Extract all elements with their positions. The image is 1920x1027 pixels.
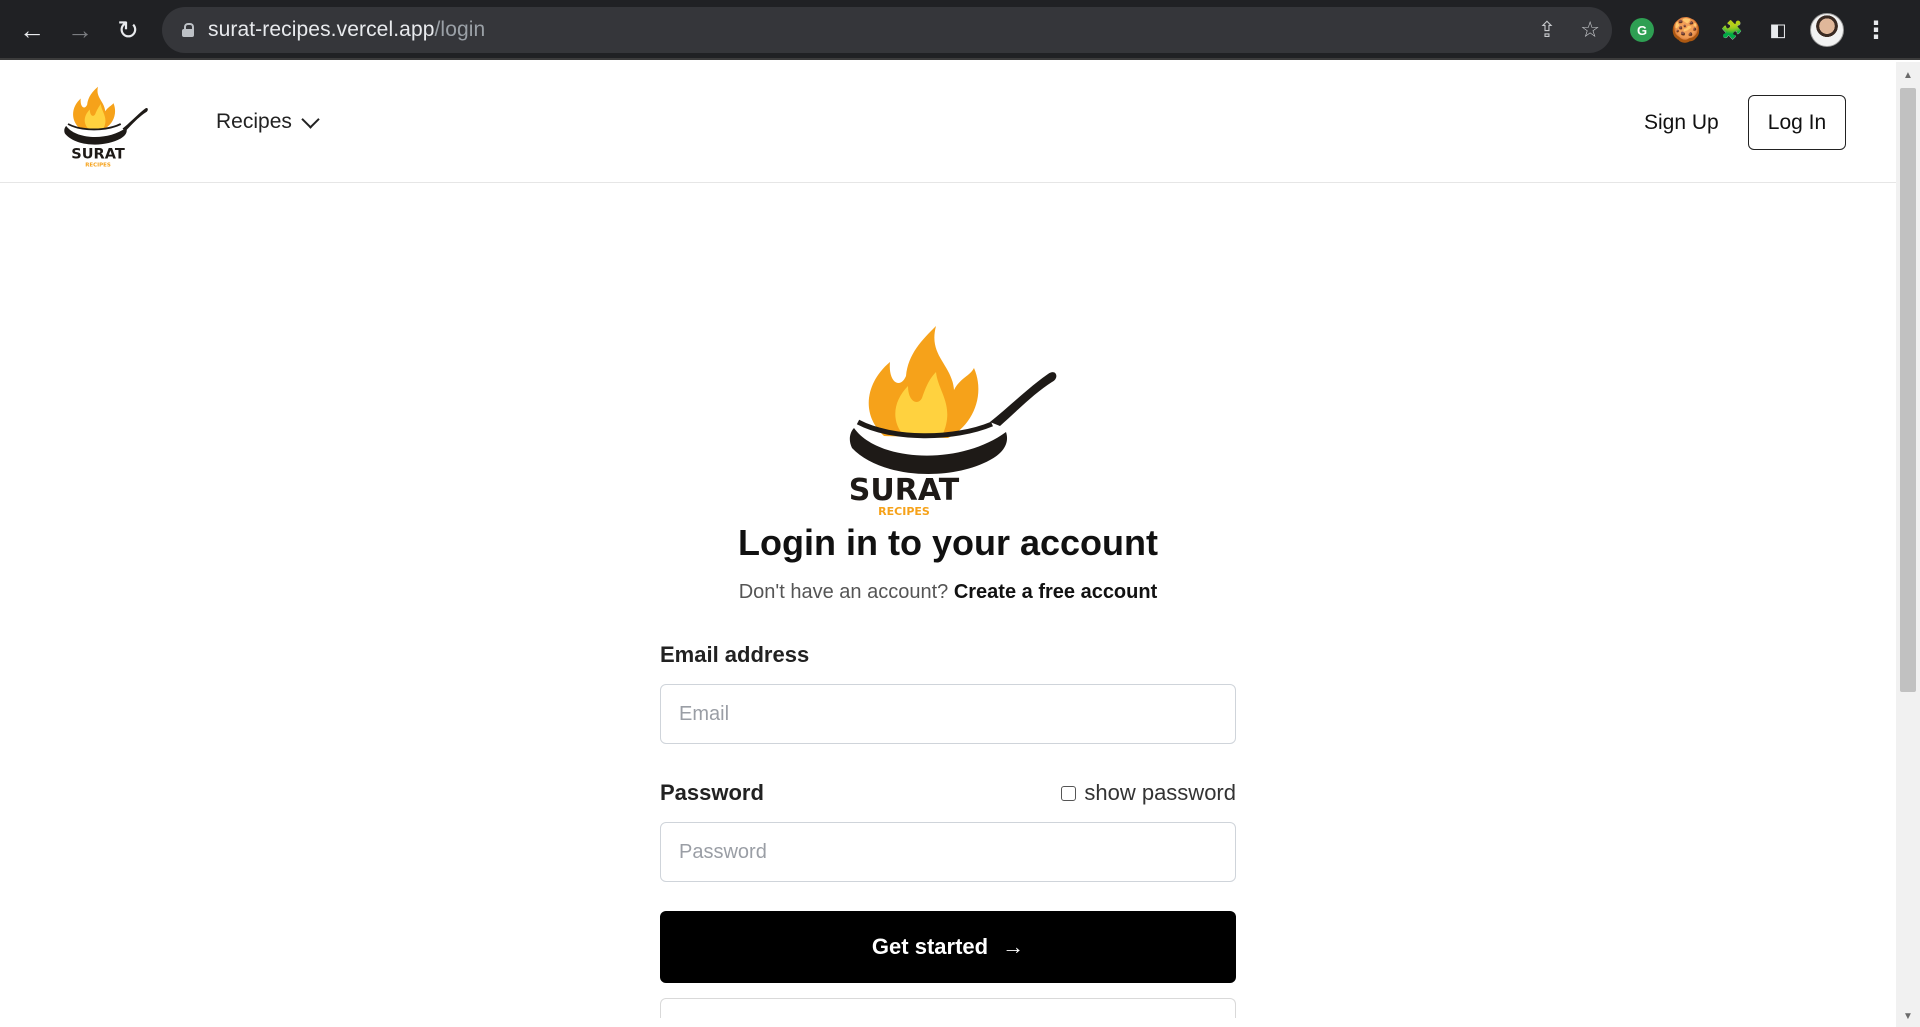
hero-logo-tagline: RECIPES <box>878 505 930 516</box>
bookmark-star-icon[interactable]: ☆ <box>1580 17 1600 43</box>
scroll-up-arrow-icon[interactable]: ▲ <box>1896 66 1920 84</box>
show-password-checkbox[interactable] <box>1061 785 1077 801</box>
lock-icon[interactable] <box>182 23 194 37</box>
cookie-extension-icon[interactable]: 🍪 <box>1671 16 1701 44</box>
side-panel-icon[interactable]: ◧ <box>1764 16 1792 44</box>
email-field[interactable] <box>660 684 1236 744</box>
scrollbar-thumb[interactable] <box>1900 88 1916 692</box>
recipes-label: Recipes <box>216 110 292 133</box>
create-account-link[interactable]: Create a free account <box>954 581 1157 603</box>
signup-link[interactable]: Sign Up <box>1644 111 1719 135</box>
scroll-down-arrow-icon[interactable]: ▼ <box>1896 1007 1920 1025</box>
password-field[interactable] <box>660 822 1236 882</box>
surat-recipes-hero-logo: SURAT RECIPES <box>849 326 1057 516</box>
get-started-button[interactable]: Get started → <box>660 911 1236 983</box>
forward-icon[interactable]: → <box>62 12 98 48</box>
hero-logo-name: SURAT <box>849 473 960 508</box>
show-password-toggle[interactable]: show password <box>1061 780 1236 806</box>
page: SURAT RECIPES Recipes Sign Up Log In SUR… <box>0 62 1896 1027</box>
get-started-label: Get started <box>871 934 989 959</box>
address-bar[interactable]: surat-recipes.vercel.app/login ⇪ ☆ <box>162 7 1612 53</box>
browser-menu-icon[interactable]: ⋮ <box>1862 16 1890 44</box>
site-header: SURAT RECIPES Recipes Sign Up Log In <box>0 62 1896 183</box>
extension-green-icon[interactable]: G <box>1630 18 1654 42</box>
signup-prompt-text: Don't have an account? <box>738 581 949 603</box>
reload-icon[interactable]: ↻ <box>110 12 146 48</box>
password-label: Password <box>660 780 764 805</box>
page-scrollbar[interactable]: ▲ ▼ <box>1896 62 1920 1027</box>
logo-name: SURAT <box>71 147 125 163</box>
login-button[interactable]: Log In <box>1748 95 1846 150</box>
signup-prompt: Don't have an account? Create a free acc… <box>0 581 1896 604</box>
page-title: Login in to your account <box>738 522 1158 563</box>
share-icon[interactable]: ⇪ <box>1538 17 1556 43</box>
url-path: /login <box>434 18 486 41</box>
email-label: Email address <box>660 642 810 667</box>
puzzle-extensions-icon[interactable]: 🧩 <box>1718 16 1746 44</box>
back-icon[interactable]: ← <box>14 12 50 48</box>
browser-toolbar: ← → ↻ surat-recipes.vercel.app/login ⇪ ☆… <box>0 0 1920 60</box>
surat-recipes-logo[interactable]: SURAT RECIPES <box>48 74 148 174</box>
profile-avatar[interactable] <box>1810 13 1844 47</box>
arrow-right-icon: → <box>1002 934 1025 959</box>
show-password-label: show password <box>1084 780 1236 805</box>
url-text[interactable]: surat-recipes.vercel.app/login <box>208 18 485 42</box>
next-control-edge[interactable] <box>660 998 1236 1018</box>
chevron-down-icon <box>301 109 320 129</box>
recipes-dropdown[interactable]: Recipes <box>216 109 320 134</box>
logo-tagline: RECIPES <box>85 163 111 169</box>
url-host: surat-recipes.vercel.app <box>208 18 435 41</box>
